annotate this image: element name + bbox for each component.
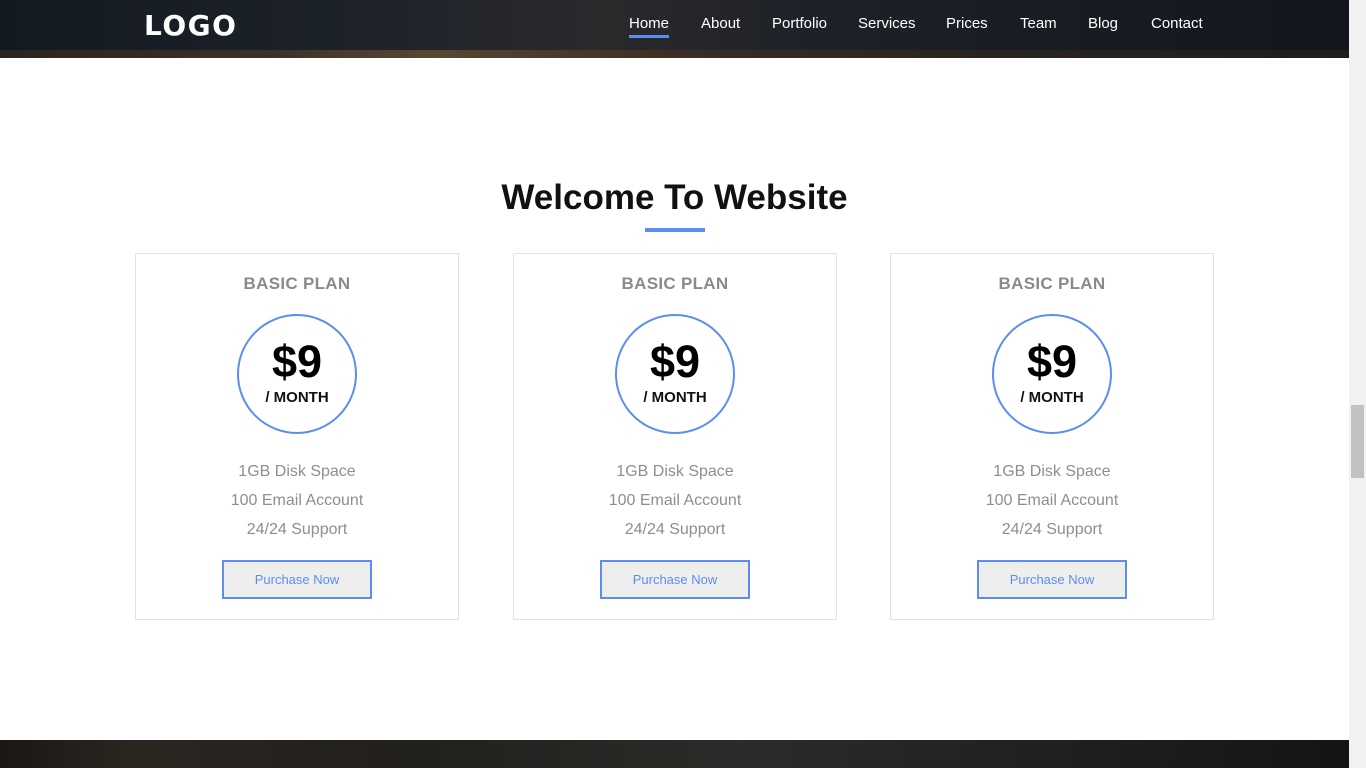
feature-item: 24/24 Support (624, 521, 726, 538)
feature-item: 24/24 Support (1001, 521, 1103, 538)
nav-services[interactable]: Services (858, 15, 916, 33)
price-amount: $9 (271, 336, 323, 387)
footer-background-band (0, 740, 1349, 768)
plan-name: BASIC PLAN (621, 274, 729, 293)
price-amount: $9 (649, 336, 701, 387)
section-title: Welcome To Website (501, 178, 848, 217)
nav-blog[interactable]: Blog (1088, 15, 1118, 33)
price-period: / MONTH (1020, 389, 1084, 406)
nav-home[interactable]: Home (629, 15, 670, 38)
feature-item: 24/24 Support (246, 521, 348, 538)
feature-item: 100 Email Account (608, 492, 742, 509)
nav-prices[interactable]: Prices (946, 15, 988, 33)
title-underline (645, 228, 705, 232)
plan-name: BASIC PLAN (998, 274, 1106, 293)
feature-item: 100 Email Account (230, 492, 364, 509)
scrollbar[interactable] (1349, 0, 1366, 768)
feature-item: 1GB Disk Space (993, 463, 1111, 480)
price-period: / MONTH (643, 389, 707, 406)
feature-item: 100 Email Account (985, 492, 1119, 509)
main-nav: Home About Portfolio Services Prices Tea… (0, 15, 1349, 39)
nav-contact[interactable]: Contact (1151, 15, 1203, 33)
nav-about[interactable]: About (701, 15, 740, 33)
feature-list: 1GB Disk Space 100 Email Account 24/24 S… (514, 457, 836, 544)
nav-portfolio[interactable]: Portfolio (772, 15, 827, 33)
purchase-now-button[interactable]: Purchase Now (222, 560, 372, 599)
price-circle: $9 / MONTH (615, 314, 735, 434)
feature-list: 1GB Disk Space 100 Email Account 24/24 S… (136, 457, 458, 544)
price-circle: $9 / MONTH (237, 314, 357, 434)
pricing-card: BASIC PLAN $9 / MONTH 1GB Disk Space 100… (890, 253, 1214, 620)
price-period: / MONTH (265, 389, 329, 406)
price-amount: $9 (1026, 336, 1078, 387)
price-circle: $9 / MONTH (992, 314, 1112, 434)
purchase-now-button[interactable]: Purchase Now (977, 560, 1127, 599)
plan-name: BASIC PLAN (243, 274, 351, 293)
purchase-now-button[interactable]: Purchase Now (600, 560, 750, 599)
feature-item: 1GB Disk Space (616, 463, 734, 480)
scrollbar-thumb[interactable] (1351, 405, 1364, 478)
pricing-card: BASIC PLAN $9 / MONTH 1GB Disk Space 100… (513, 253, 837, 620)
feature-list: 1GB Disk Space 100 Email Account 24/24 S… (891, 457, 1213, 544)
pricing-card: BASIC PLAN $9 / MONTH 1GB Disk Space 100… (135, 253, 459, 620)
nav-team[interactable]: Team (1020, 15, 1057, 33)
top-navbar: LOGO Home About Portfolio Services Price… (0, 0, 1349, 58)
feature-item: 1GB Disk Space (238, 463, 356, 480)
